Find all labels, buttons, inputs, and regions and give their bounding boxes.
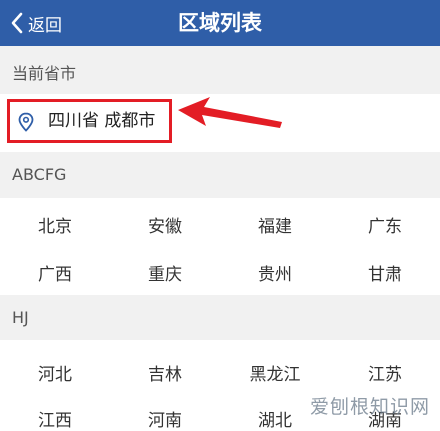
city-item[interactable]: 广东 <box>330 212 440 237</box>
city-item[interactable]: 重庆 <box>110 260 220 285</box>
city-item[interactable]: 江苏 <box>330 360 440 385</box>
city-item[interactable]: 贵州 <box>220 260 330 285</box>
group-label: ABCFG <box>12 165 67 184</box>
location-pin-icon <box>18 112 34 132</box>
page-title: 区域列表 <box>178 11 262 35</box>
top-bar: 返回 区域列表 <box>0 0 440 46</box>
city-item[interactable]: 黑龙江 <box>220 360 330 385</box>
group-label: HJ <box>12 308 29 327</box>
back-button[interactable]: 返回 <box>10 10 62 36</box>
current-location[interactable]: 四川省 成都市 <box>7 99 172 143</box>
city-item[interactable]: 甘肃 <box>330 260 440 285</box>
city-item[interactable]: 福建 <box>220 212 330 237</box>
chevron-left-icon <box>11 12 23 34</box>
city-item[interactable]: 广西 <box>0 260 110 285</box>
city-item[interactable]: 河南 <box>110 406 220 431</box>
city-item[interactable]: 江西 <box>0 406 110 431</box>
watermark: 爱刨根知识网 <box>309 396 430 418</box>
city-item[interactable]: 吉林 <box>110 360 220 385</box>
group-header-abcfg: ABCFG <box>0 152 440 198</box>
current-section-label: 当前省市 <box>12 64 77 83</box>
back-label: 返回 <box>28 15 62 36</box>
city-item[interactable]: 安徽 <box>110 212 220 237</box>
current-location-text: 四川省 成都市 <box>48 111 156 131</box>
city-item[interactable]: 北京 <box>0 212 110 237</box>
group-header-hj: HJ <box>0 295 440 340</box>
annotation-arrow <box>178 97 282 128</box>
city-grid-abcfg: 北京 安徽 福建 广东 广西 重庆 贵州 甘肃 <box>0 198 440 295</box>
current-section-header: 当前省市 <box>0 46 440 94</box>
city-item[interactable]: 河北 <box>0 360 110 385</box>
